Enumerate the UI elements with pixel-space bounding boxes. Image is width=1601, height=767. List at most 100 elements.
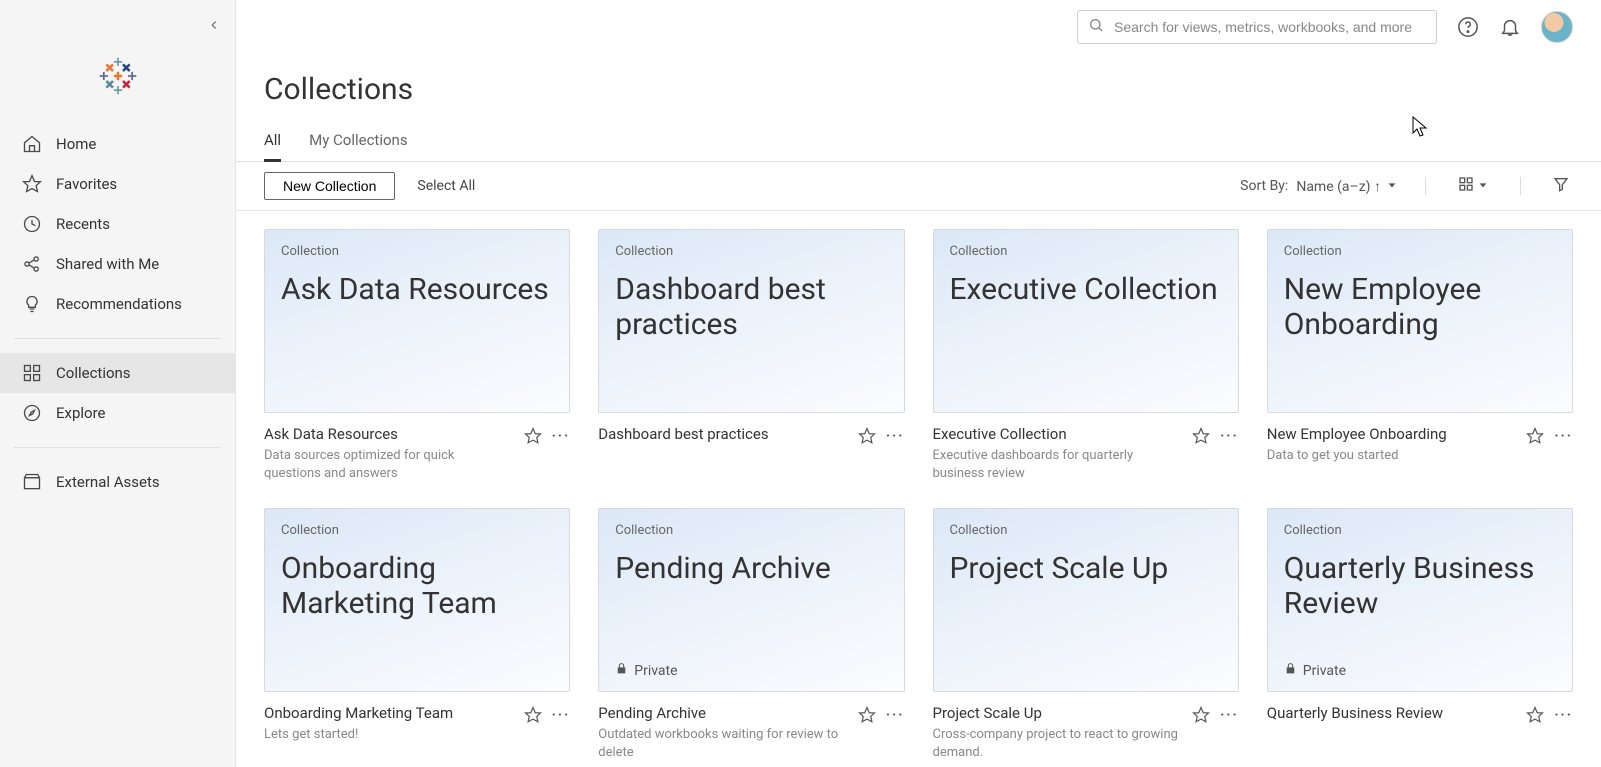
more-actions-button[interactable]: ··· (886, 428, 905, 444)
collection-card-tile[interactable]: CollectionDashboard best practices (598, 229, 904, 413)
collection-card-tile[interactable]: CollectionAsk Data Resources (264, 229, 570, 413)
card-actions: ··· (858, 704, 905, 724)
collection-card-tile[interactable]: CollectionProject Scale Up (933, 508, 1239, 692)
sidebar-nav: Home Favorites Recents Shared with Me Re… (0, 124, 235, 502)
select-all-button[interactable]: Select All (417, 178, 475, 194)
sidebar-item-collections[interactable]: Collections (0, 353, 235, 393)
favorite-button[interactable] (1192, 706, 1210, 724)
card-title: Quarterly Business Review (1284, 552, 1556, 621)
notifications-icon[interactable] (1499, 16, 1521, 38)
main: Collections All My Collections New Colle… (236, 0, 1601, 767)
card-name[interactable]: Project Scale Up (933, 704, 1183, 722)
sidebar-item-explore[interactable]: Explore (0, 393, 235, 433)
favorite-button[interactable] (524, 427, 542, 445)
avatar[interactable] (1541, 11, 1573, 43)
favorite-button[interactable] (1526, 706, 1544, 724)
filter-button[interactable] (1549, 172, 1573, 200)
topbar (236, 0, 1601, 50)
card-description: Data to get you started (1267, 447, 1517, 465)
help-icon[interactable] (1457, 16, 1479, 38)
favorite-button[interactable] (1526, 427, 1544, 445)
view-mode-button[interactable] (1454, 172, 1492, 200)
tab-my-collections[interactable]: My Collections (309, 125, 407, 161)
more-actions-button[interactable]: ··· (1554, 428, 1573, 444)
card-meta: New Employee Onboarding Data to get you s… (1267, 425, 1573, 465)
more-actions-button[interactable]: ··· (552, 707, 571, 723)
search-input[interactable] (1114, 19, 1426, 35)
collection-card: CollectionProject Scale Up Project Scale … (933, 508, 1239, 761)
card-type-label: Collection (1284, 523, 1556, 538)
card-title: Ask Data Resources (281, 273, 553, 308)
card-description: Cross-company project to react to growin… (933, 726, 1183, 761)
card-meta: Project Scale Up Cross-company project to… (933, 704, 1239, 761)
card-name[interactable]: Ask Data Resources (264, 425, 514, 443)
sidebar-divider (14, 338, 221, 339)
sidebar-item-label: Recommendations (56, 295, 182, 313)
sort-by-group: Sort By: Name (a–z) ↑ (1240, 178, 1397, 195)
share-icon (22, 254, 42, 274)
card-name[interactable]: Quarterly Business Review (1267, 704, 1517, 722)
more-actions-button[interactable]: ··· (1554, 707, 1573, 723)
card-type-label: Collection (615, 523, 887, 538)
card-title: Pending Archive (615, 552, 887, 587)
favorite-button[interactable] (858, 706, 876, 724)
sidebar-item-favorites[interactable]: Favorites (0, 164, 235, 204)
card-description: Executive dashboards for quarterly busin… (933, 447, 1183, 482)
collection-card-tile[interactable]: CollectionExecutive Collection (933, 229, 1239, 413)
tab-all[interactable]: All (264, 125, 281, 162)
card-description: Data sources optimized for quick questio… (264, 447, 514, 482)
more-actions-button[interactable]: ··· (1220, 707, 1239, 723)
more-actions-button[interactable]: ··· (552, 428, 571, 444)
sidebar-item-label: Home (56, 135, 96, 153)
toolbar-divider (1425, 177, 1426, 195)
card-type-label: Collection (950, 244, 1222, 259)
sidebar-divider (14, 447, 221, 448)
sidebar-item-home[interactable]: Home (0, 124, 235, 164)
sidebar-item-label: Shared with Me (56, 255, 159, 273)
lock-icon (1284, 662, 1297, 679)
collection-card: CollectionExecutive CollectionExecutive … (933, 229, 1239, 482)
collection-card: CollectionOnboarding Marketing TeamOnboa… (264, 508, 570, 761)
sort-by-label: Sort By: (1240, 178, 1288, 194)
search-box[interactable] (1077, 10, 1437, 44)
sidebar-item-label: Explore (56, 404, 106, 422)
compass-icon (22, 403, 42, 423)
collection-card-tile[interactable]: CollectionNew Employee Onboarding (1267, 229, 1573, 413)
new-collection-button[interactable]: New Collection (264, 172, 395, 200)
more-actions-button[interactable]: ··· (1220, 428, 1239, 444)
collection-card-tile[interactable]: Collection Quarterly Business Review Priva… (1267, 508, 1573, 692)
collection-card-tile[interactable]: CollectionOnboarding Marketing Team (264, 508, 570, 692)
card-type-label: Collection (615, 244, 887, 259)
sidebar-item-recents[interactable]: Recents (0, 204, 235, 244)
toolbar: New Collection Select All Sort By: Name … (236, 162, 1601, 211)
card-name[interactable]: New Employee Onboarding (1267, 425, 1517, 443)
sidebar-item-recommendations[interactable]: Recommendations (0, 284, 235, 324)
card-name[interactable]: Executive Collection (933, 425, 1183, 443)
collection-card: CollectionDashboard best practices Dashbo… (598, 229, 904, 482)
card-name[interactable]: Onboarding Marketing Team (264, 704, 514, 722)
sidebar-collapse-button[interactable] (207, 18, 221, 36)
private-badge: Private (1284, 662, 1346, 679)
private-badge: Private (615, 662, 677, 679)
bulb-icon (22, 294, 42, 314)
clock-icon (22, 214, 42, 234)
sidebar-item-label: External Assets (56, 473, 160, 491)
card-name[interactable]: Pending Archive (598, 704, 848, 722)
more-actions-button[interactable]: ··· (886, 707, 905, 723)
favorite-button[interactable] (524, 706, 542, 724)
card-description: Lets get started! (264, 726, 514, 744)
card-type-label: Collection (281, 523, 553, 538)
search-icon (1088, 17, 1104, 37)
sort-by-select[interactable]: Name (a–z) ↑ (1296, 178, 1397, 195)
card-meta: Onboarding Marketing Team Lets get starte… (264, 704, 570, 744)
private-label: Private (1303, 663, 1346, 679)
favorite-button[interactable] (1192, 427, 1210, 445)
card-name[interactable]: Dashboard best practices (598, 425, 848, 443)
collection-card: Collection Quarterly Business Review Priva… (1267, 508, 1573, 761)
lock-icon (615, 662, 628, 679)
sidebar-item-shared[interactable]: Shared with Me (0, 244, 235, 284)
sidebar-item-external-assets[interactable]: External Assets (0, 462, 235, 502)
collection-card-tile[interactable]: Collection Pending Archive Private (598, 508, 904, 692)
favorite-button[interactable] (858, 427, 876, 445)
card-actions: ··· (524, 425, 571, 445)
